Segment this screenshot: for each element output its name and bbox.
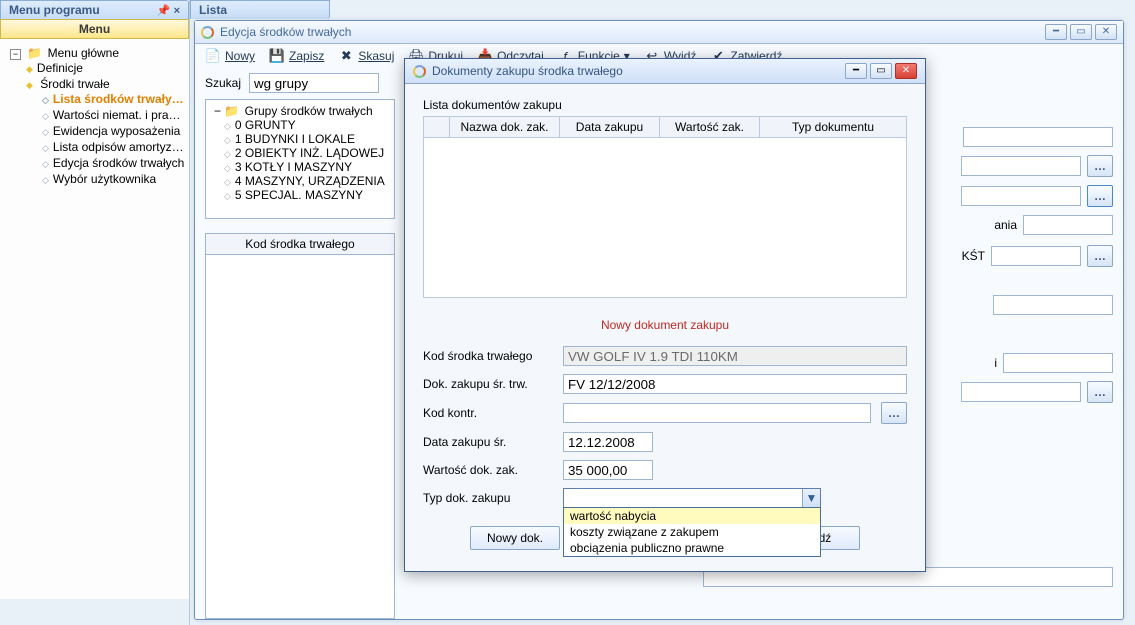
minimize-button[interactable]: ━ (1045, 24, 1067, 40)
minimize-button[interactable]: ━ (845, 63, 867, 79)
kod-input (563, 346, 907, 366)
folder-icon: 📁 (224, 104, 239, 118)
dok-label: Dok. zakupu śr. trw. (423, 377, 553, 391)
kod-label: Kod środka trwałego (423, 349, 553, 363)
save-icon: 💾 (269, 48, 285, 64)
tree-item-ewidencja[interactable]: Ewidencja wyposażenia (42, 123, 185, 139)
lookup-button[interactable]: … (1087, 155, 1113, 177)
tree-item-edycja[interactable]: Edycja środków trwałych (42, 155, 185, 171)
tree-item-srodki[interactable]: Środki trwałe Lista środków trwałych War… (26, 76, 185, 188)
col-wartosc[interactable]: Wartość zak. (660, 117, 760, 137)
col-typ[interactable]: Typ dokumentu (760, 117, 906, 137)
rhs-label: i (994, 356, 997, 370)
group-item[interactable]: 3 KOTŁY I MASZYNY (224, 160, 390, 174)
grid-header: Nazwa dok. zak. Data zakupu Wartość zak.… (423, 116, 907, 138)
maximize-button[interactable]: ▭ (1070, 24, 1092, 40)
menu-panel: Menu programu 📌 × Menu − 📁 Menu główne D… (0, 0, 190, 625)
tb-skasuj[interactable]: ✖Skasuj (338, 48, 394, 64)
tree-item-wybor[interactable]: Wybór użytkownika (42, 171, 185, 187)
col-data[interactable]: Data zakupu (560, 117, 660, 137)
typ-option[interactable]: obciązenia publiczno prawne (564, 540, 820, 556)
app-icon (413, 65, 426, 78)
section-heading: Nowy dokument zakupu (423, 318, 907, 332)
col-nazwa[interactable]: Nazwa dok. zak. (450, 117, 560, 137)
close-button[interactable]: ✕ (895, 63, 917, 79)
wart-label: Wartość dok. zak. (423, 463, 553, 477)
lookup-button[interactable]: … (1087, 381, 1113, 403)
list-label: Lista dokumentów zakupu (423, 98, 907, 112)
rhs-field-7[interactable] (1003, 353, 1113, 373)
rhs-field-2[interactable] (961, 156, 1081, 176)
content-area: Lista Edycja środków trwałych ━ ▭ ✕ 📄Now… (190, 0, 1135, 625)
folder-icon: 📁 (27, 46, 42, 60)
rhs-field-1[interactable] (963, 127, 1113, 147)
menu-heading: Menu (0, 19, 189, 39)
tree-item-lista-srodkow[interactable]: Lista środków trwałych (42, 91, 185, 107)
group-root[interactable]: − 📁 Grupy środków trwałych 0 GRUNTY 1 BU… (210, 104, 390, 202)
maximize-button[interactable]: ▭ (870, 63, 892, 79)
rhs-label: ania (994, 218, 1017, 232)
delete-icon: ✖ (338, 48, 354, 64)
group-item[interactable]: 0 GRUNTY (224, 118, 390, 132)
dialog-titlebar: Dokumenty zakupu środka trwałego ━ ▭ ✕ (405, 59, 925, 84)
nowy-dok-button[interactable]: Nowy dok. (470, 526, 560, 550)
kontr-label: Kod kontr. (423, 406, 553, 420)
collapse-icon[interactable]: − (214, 104, 221, 118)
pin-icon[interactable]: 📌 × (157, 4, 180, 17)
collapse-icon[interactable]: − (10, 49, 21, 60)
new-icon: 📄 (205, 48, 221, 64)
rhs-field-8[interactable] (961, 382, 1081, 402)
tree-item-odpisy[interactable]: Lista odpisów amortyzacyjnych (42, 139, 185, 155)
kod-header: Kod środka trwałego (205, 233, 395, 255)
kod-list[interactable] (205, 255, 395, 619)
dok-input[interactable] (563, 374, 907, 394)
typ-select[interactable]: ▼ (563, 488, 821, 508)
tree-item-wartosci[interactable]: Wartości niemat. i prawne (42, 107, 185, 123)
data-label: Data zakupu śr. (423, 435, 553, 449)
tb-nowy[interactable]: 📄Nowy (205, 48, 255, 64)
menu-panel-title: Menu programu (9, 3, 100, 17)
edit-window-title: Edycja środków trwałych (220, 25, 351, 39)
typ-option[interactable]: wartość nabycia (564, 508, 820, 524)
kontr-input[interactable] (563, 403, 871, 423)
lookup-button[interactable]: … (1087, 245, 1113, 267)
tb-zapisz[interactable]: 💾Zapisz (269, 48, 324, 64)
app-icon (201, 26, 214, 39)
lookup-button[interactable]: … (1087, 185, 1113, 207)
rhs-label: KŚT (962, 249, 985, 263)
typ-option[interactable]: koszty związane z zakupem (564, 524, 820, 540)
tree-item-definicje[interactable]: Definicje (26, 60, 185, 76)
group-tree[interactable]: − 📁 Grupy środków trwałych 0 GRUNTY 1 BU… (205, 99, 395, 219)
nav-tree: − 📁 Menu główne Definicje Środki trwałe … (0, 39, 189, 599)
tree-root[interactable]: − 📁 Menu główne Definicje Środki trwałe … (10, 45, 185, 189)
close-button[interactable]: ✕ (1095, 24, 1117, 40)
wart-input[interactable] (563, 460, 653, 480)
grid-body[interactable] (423, 138, 907, 298)
rhs-field-4[interactable] (1023, 215, 1113, 235)
group-item[interactable]: 1 BUDYNKI I LOKALE (224, 132, 390, 146)
lookup-button[interactable]: … (881, 402, 907, 424)
chevron-down-icon[interactable]: ▼ (802, 489, 820, 507)
typ-select-dropdown: wartość nabycia koszty związane z zakupe… (563, 507, 821, 557)
rhs-field-6[interactable] (993, 295, 1113, 315)
col-selector[interactable] (424, 117, 450, 137)
rhs-field-3[interactable] (961, 186, 1081, 206)
typ-label: Typ dok. zakupu (423, 491, 553, 505)
search-input[interactable] (249, 73, 379, 93)
group-item[interactable]: 5 SPECJAL. MASZYNY (224, 188, 390, 202)
data-input[interactable] (563, 432, 653, 452)
group-item[interactable]: 4 MASZYNY, URZĄDZENIA (224, 174, 390, 188)
lista-tab[interactable]: Lista (190, 0, 330, 19)
rhs-field-5[interactable] (991, 246, 1081, 266)
group-item[interactable]: 2 OBIEKTY INŻ. LĄDOWEJ (224, 146, 390, 160)
edit-window-titlebar: Edycja środków trwałych ━ ▭ ✕ (195, 21, 1123, 44)
purchase-docs-dialog: Dokumenty zakupu środka trwałego ━ ▭ ✕ L… (404, 58, 926, 572)
dialog-title: Dokumenty zakupu środka trwałego (432, 64, 623, 78)
search-label: Szukaj (205, 76, 241, 90)
menu-panel-tab: Menu programu 📌 × (0, 0, 189, 19)
